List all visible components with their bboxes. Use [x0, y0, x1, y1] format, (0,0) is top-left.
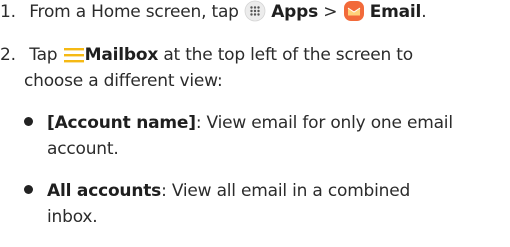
list-item-continuation: account.: [47, 138, 119, 160]
step-text: From a Home screen, tap: [29, 2, 239, 22]
path-separator: >: [323, 2, 338, 22]
step-text: Tap: [29, 45, 58, 65]
email-label: Email: [369, 2, 422, 22]
bullet-dot: [24, 117, 33, 126]
bullet-desc: account.: [47, 139, 119, 159]
step-1: 1. From a Home screen, tap Apps > Email.: [0, 0, 427, 28]
apps-label: Apps: [271, 2, 319, 22]
step-2-continuation: choose a different view:: [24, 70, 223, 92]
email-envelope-icon: [343, 0, 365, 28]
bullet-term: [Account name]: [47, 113, 196, 133]
apps-grid-icon: [244, 0, 266, 28]
bullet-desc: : View all email in a combined: [161, 181, 411, 201]
hamburger-menu-icon: [63, 45, 85, 71]
bullet-desc: inbox.: [47, 207, 98, 227]
list-item: [Account name]: View email for only one …: [24, 112, 453, 134]
list-item: All accounts: View all email in a combin…: [24, 180, 410, 202]
step-number: 1.: [0, 2, 16, 22]
step-end: .: [421, 2, 427, 22]
bullet-desc: : View email for only one email: [195, 113, 453, 133]
step-text: at the top left of the screen to: [163, 45, 413, 65]
mailbox-label: Mailbox: [84, 45, 159, 65]
step-text: choose a different view:: [24, 71, 223, 91]
bullet-dot: [24, 185, 33, 194]
list-item-continuation: inbox.: [47, 206, 98, 228]
step-number: 2.: [0, 45, 16, 65]
bullet-term: All accounts: [47, 181, 162, 201]
step-2: 2. Tap Mailbox at the top left of the sc…: [0, 44, 413, 71]
